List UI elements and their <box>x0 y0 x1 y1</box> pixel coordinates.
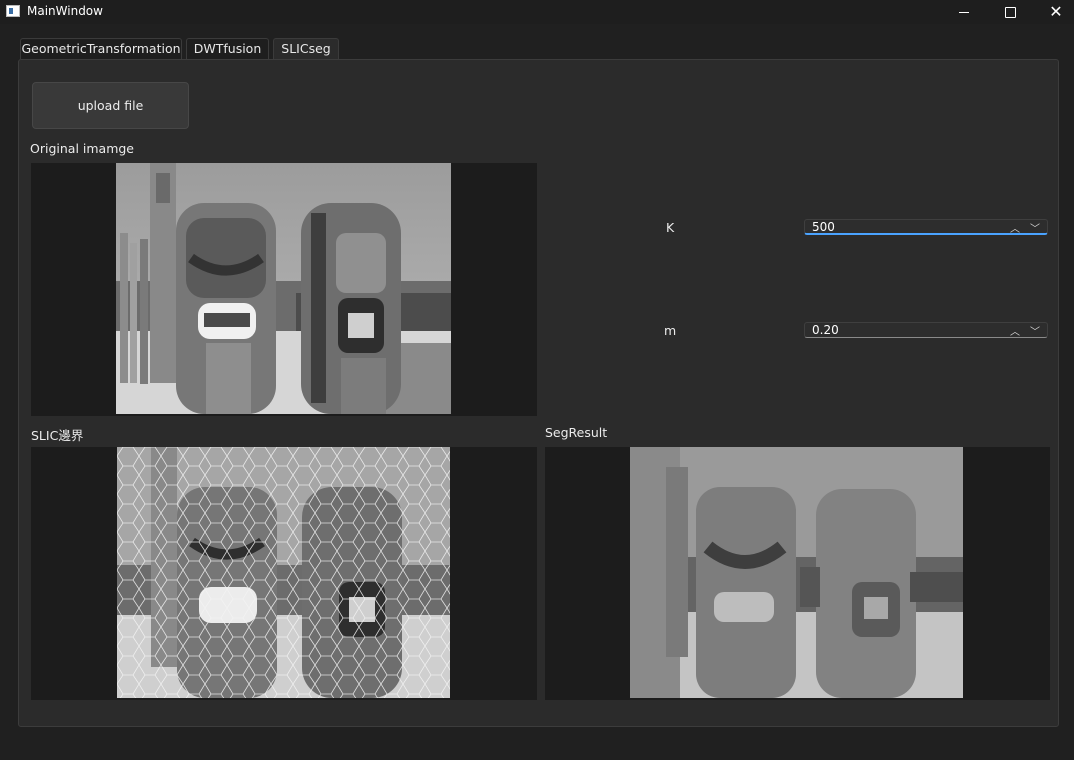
maximize-icon <box>1004 6 1016 18</box>
k-value: 500 <box>812 220 835 234</box>
chevron-down-icon[interactable]: ﹀ <box>1027 323 1043 338</box>
original-image-label: Original imamge <box>30 141 134 156</box>
tab-geometric-transformation[interactable]: GeometricTransformation <box>20 38 182 59</box>
m-value: 0.20 <box>812 323 839 337</box>
chevron-down-icon[interactable]: ﹀ <box>1027 220 1043 235</box>
original-image-view <box>31 163 537 416</box>
minimize-button[interactable] <box>941 0 987 24</box>
seg-result-label: SegResult <box>545 425 608 440</box>
chevron-up-icon[interactable]: ︿ <box>1007 220 1023 235</box>
close-icon: ✕ <box>1049 2 1063 21</box>
tab-slic-seg[interactable]: SLICseg <box>273 38 339 60</box>
slic-boundary-image <box>117 447 450 698</box>
chevron-up-icon[interactable]: ︿ <box>1007 323 1023 338</box>
k-label: K <box>666 220 675 235</box>
original-image <box>116 163 451 414</box>
title-bar: MainWindow ✕ <box>0 0 1074 24</box>
minimize-icon <box>959 11 969 13</box>
window-title: MainWindow <box>27 4 103 18</box>
seg-result-image <box>630 447 963 698</box>
seg-result-view <box>545 447 1050 700</box>
app-window-icon <box>6 5 20 17</box>
upload-file-button[interactable]: upload file <box>32 82 189 129</box>
maximize-button[interactable] <box>987 0 1033 24</box>
m-label: m <box>664 323 677 338</box>
m-spinbox[interactable]: 0.20 ︿ ﹀ <box>804 322 1048 338</box>
slic-boundary-label: SLIC邊界 <box>31 428 84 443</box>
tab-dwt-fusion[interactable]: DWTfusion <box>186 38 269 59</box>
k-spinbox[interactable]: 500 ︿ ﹀ <box>804 219 1048 235</box>
close-button[interactable]: ✕ <box>1033 0 1074 24</box>
slic-boundary-view <box>31 447 537 700</box>
